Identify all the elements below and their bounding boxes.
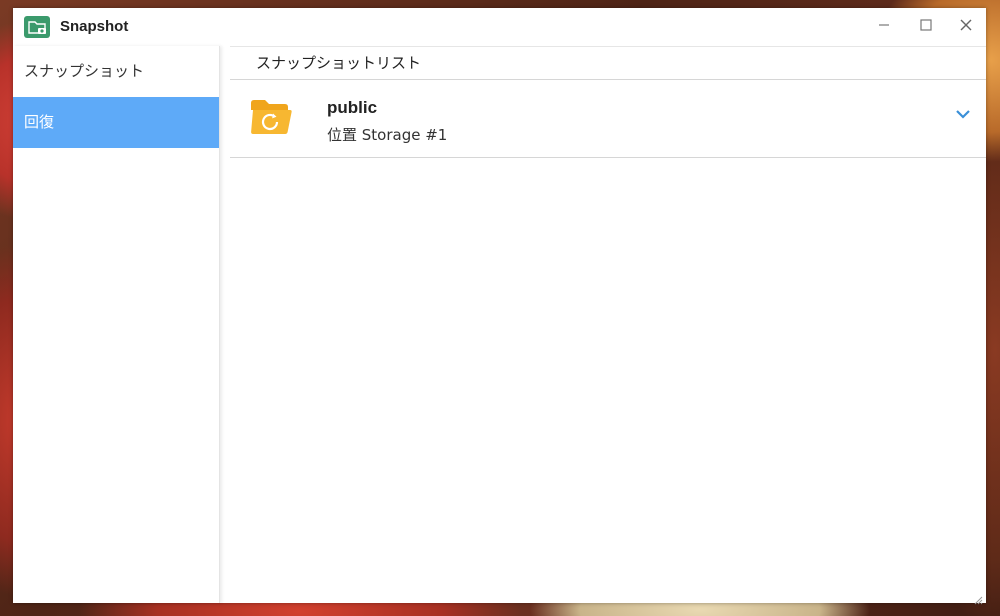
close-button[interactable]: [952, 13, 980, 39]
minimize-button[interactable]: [870, 13, 898, 39]
share-location: 位置 Storage #1: [327, 126, 448, 144]
sidebar: スナップショット 回復: [13, 46, 220, 603]
list-item[interactable]: public 位置 Storage #1: [230, 80, 986, 158]
maximize-button[interactable]: [912, 13, 940, 39]
main-panel: スナップショットリスト public 位置 Storage #1: [230, 46, 986, 603]
sidebar-item-snapshot[interactable]: スナップショット: [13, 46, 219, 97]
window-title: Snapshot: [60, 18, 129, 35]
folder-restore-icon: [250, 98, 292, 136]
sidebar-item-restore[interactable]: 回復: [13, 97, 219, 148]
chevron-down-icon[interactable]: [954, 106, 972, 120]
maximize-icon: [920, 19, 932, 31]
snapshot-list-header: スナップショットリスト: [230, 46, 986, 80]
close-icon: [960, 19, 972, 31]
resize-grip-icon[interactable]: [973, 590, 983, 605]
share-name: public: [327, 98, 378, 117]
snapshot-app-icon: [24, 16, 50, 38]
title-bar[interactable]: Snapshot: [13, 8, 986, 46]
snapshot-window: Snapshot スナップショット 回復 スナップショットリスト public …: [13, 8, 986, 605]
minimize-icon: [879, 24, 889, 26]
